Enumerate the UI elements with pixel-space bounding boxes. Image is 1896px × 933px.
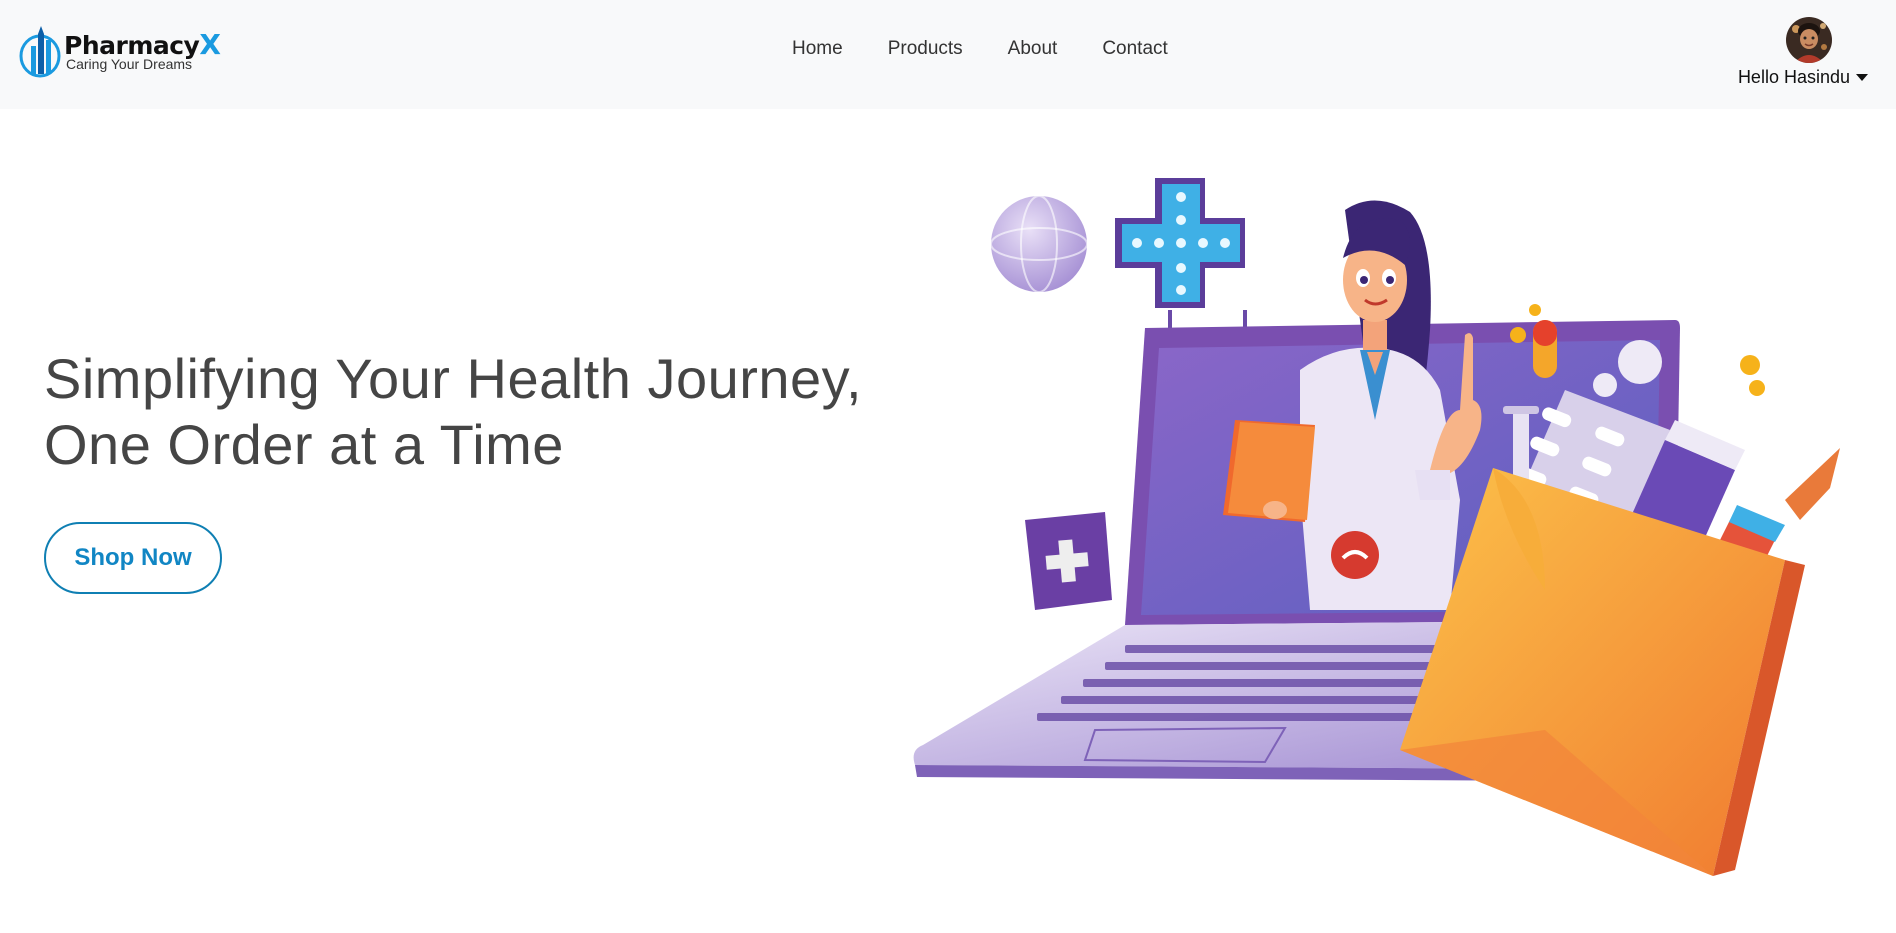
brand-logo-link[interactable]: PharmacyX Caring Your Dreams — [18, 22, 221, 82]
nav-products[interactable]: Products — [888, 38, 963, 60]
hero-title-line-1: Simplifying Your Health Journey, — [44, 347, 863, 410]
globe-icon — [990, 195, 1088, 293]
brand-name-accent: X — [199, 28, 221, 61]
nav-home[interactable]: Home — [792, 38, 843, 60]
shop-now-button[interactable]: Shop Now — [44, 522, 222, 594]
user-menu[interactable]: Hello Hasindu — [1712, 17, 1882, 92]
navbar: PharmacyX Caring Your Dreams Home Produc… — [0, 0, 1896, 109]
user-greeting-dropdown[interactable]: Hello Hasindu — [1738, 67, 1868, 88]
nav-contact[interactable]: Contact — [1102, 38, 1167, 60]
pharmacy-logo-icon — [19, 26, 61, 78]
caret-down-icon — [1856, 74, 1868, 81]
main-nav: Home Products About Contact — [792, 38, 1168, 60]
user-greeting: Hello Hasindu — [1737, 67, 1850, 87]
hero-illustration — [913, 178, 1840, 876]
avatar-icon[interactable] — [1786, 17, 1832, 63]
hero-title-line-2: One Order at a Time — [44, 413, 564, 476]
brand-tagline: Caring Your Dreams — [66, 56, 193, 72]
medical-card-icon — [1025, 512, 1112, 610]
hero-title: Simplifying Your Health Journey, One Ord… — [44, 346, 864, 478]
pharmacy-cross-sign-icon — [1115, 178, 1247, 332]
nav-about[interactable]: About — [1008, 38, 1058, 60]
